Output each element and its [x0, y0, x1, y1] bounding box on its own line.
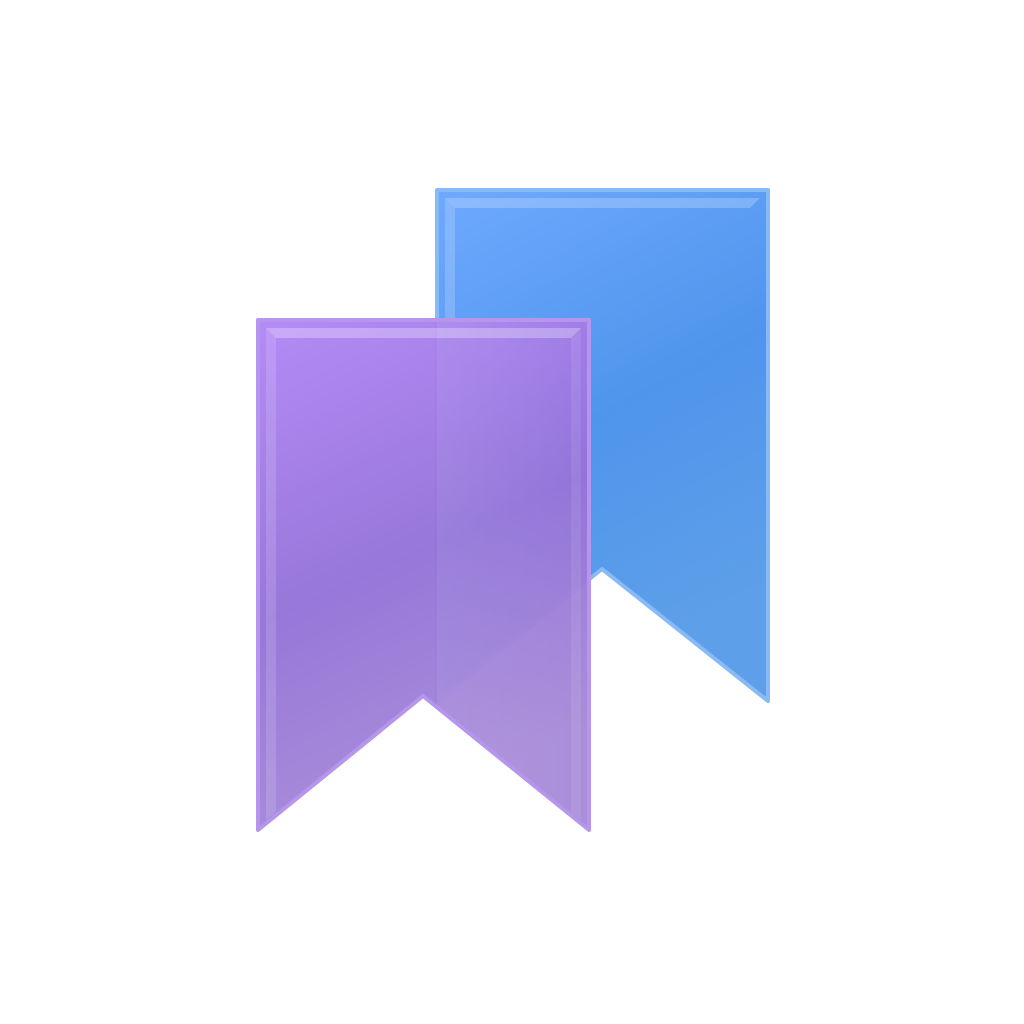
bookmarks-icon — [256, 188, 770, 832]
front-bookmark — [256, 318, 591, 832]
bookmarks-icon-canvas — [0, 0, 1024, 1024]
